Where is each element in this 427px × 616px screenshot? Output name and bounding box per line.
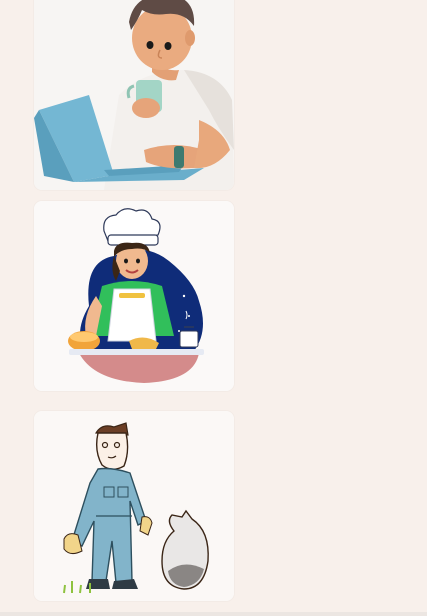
gallery-card-chef[interactable]: [34, 201, 234, 391]
bottom-divider: [0, 612, 427, 616]
gallery-card-laptop-person[interactable]: [34, 0, 234, 190]
worker-trash-bag-illustration: [34, 411, 234, 601]
person-laptop-coffee-illustration: [34, 0, 234, 190]
gallery-page: [0, 0, 427, 616]
chef-cooking-illustration: [34, 201, 234, 391]
gallery-card-worker[interactable]: [34, 411, 234, 601]
